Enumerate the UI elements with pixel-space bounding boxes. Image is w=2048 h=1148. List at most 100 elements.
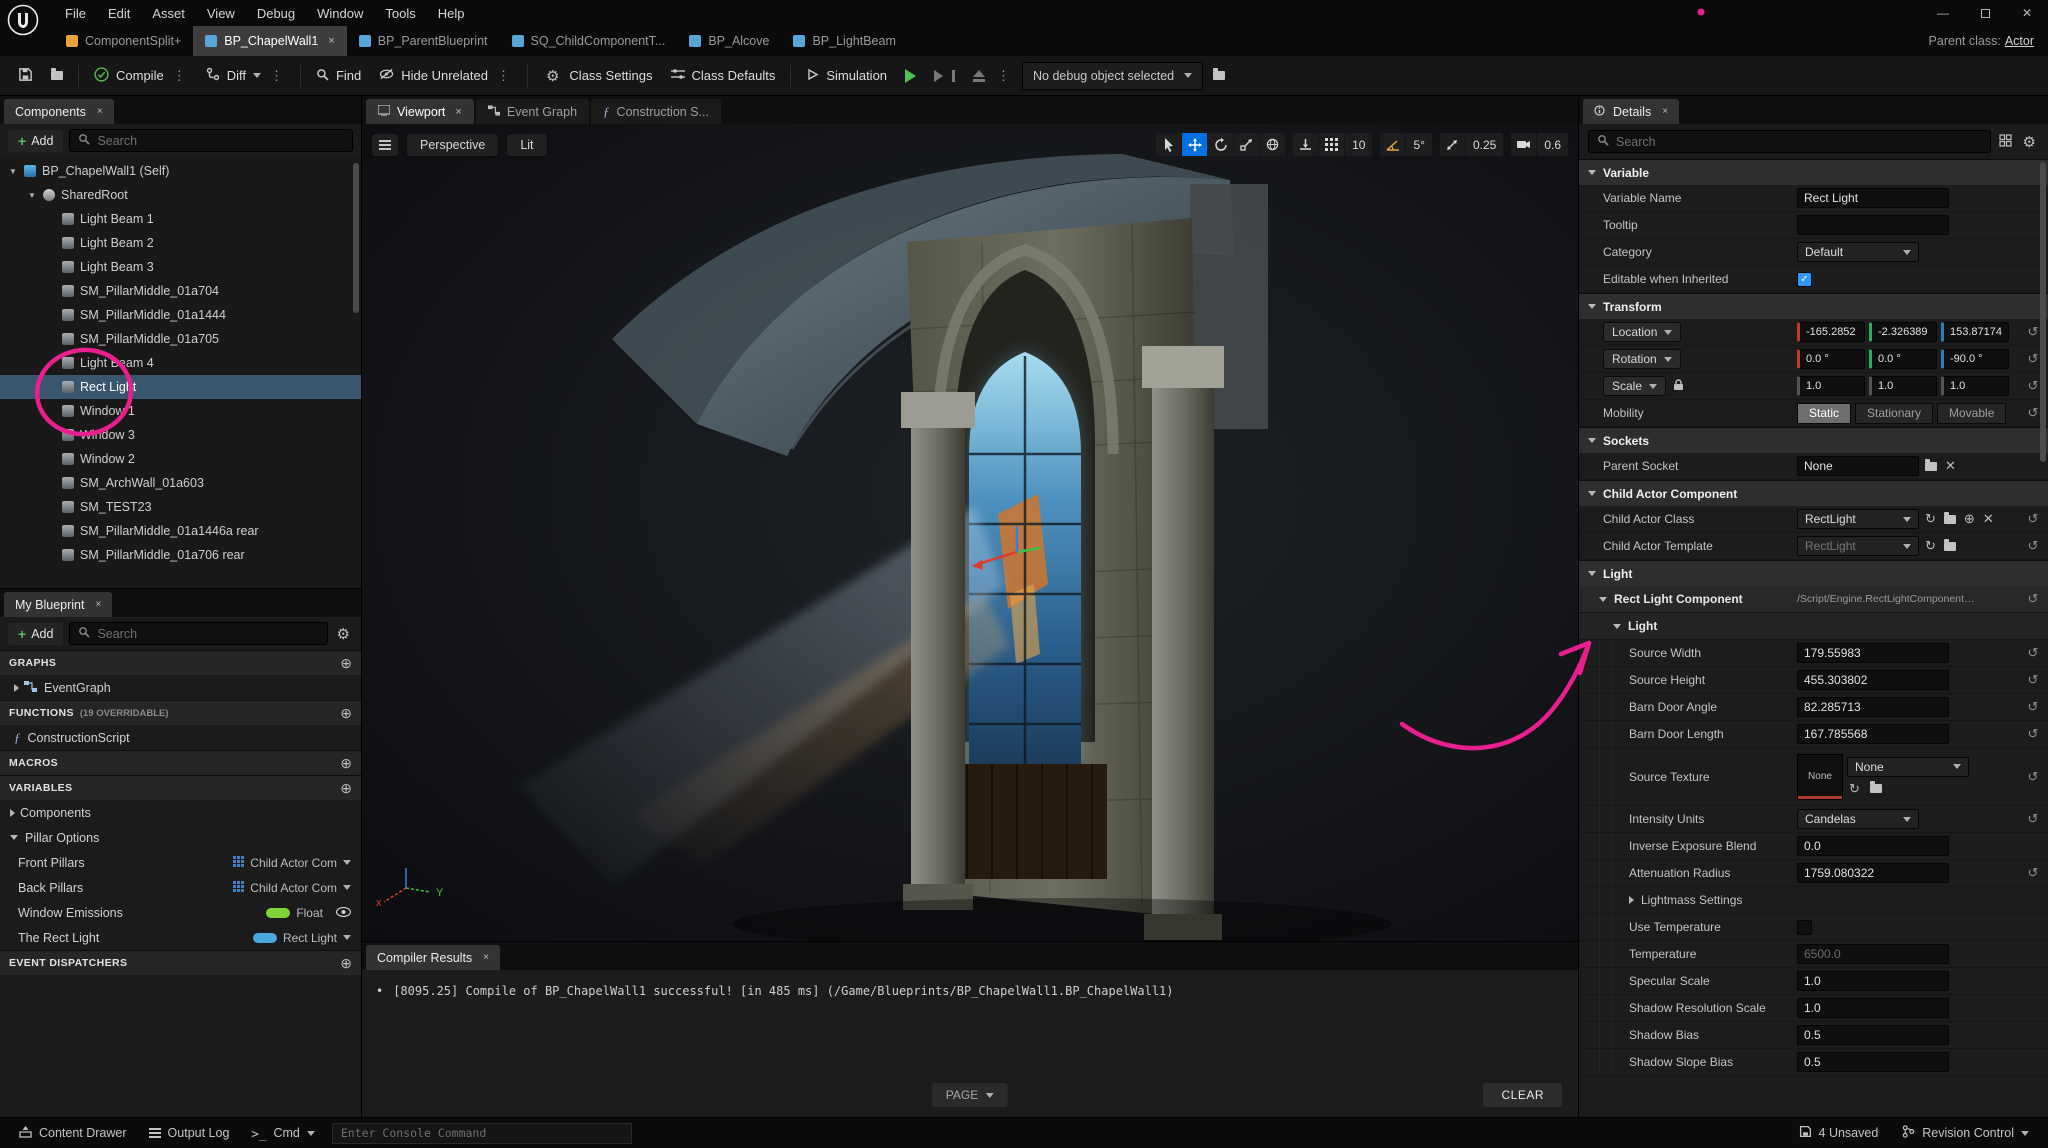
close-icon[interactable]: ×: [97, 106, 103, 117]
compile-button[interactable]: Compile ⋮: [86, 60, 196, 92]
unsaved-button[interactable]: 4 Unsaved: [1790, 1120, 1888, 1146]
revert-icon[interactable]: ↺: [2020, 511, 2046, 527]
number-input[interactable]: 0.5: [1797, 1052, 1949, 1072]
texture-dropdown[interactable]: None: [1847, 757, 1969, 777]
menu-item-asset[interactable]: Asset: [141, 2, 196, 25]
world-space-icon[interactable]: [1260, 133, 1285, 156]
browse-icon[interactable]: [1942, 515, 1958, 524]
number-input[interactable]: 455.303802: [1797, 670, 1949, 690]
section-macros[interactable]: MACROS ⊕: [0, 750, 361, 775]
expand-icon[interactable]: [10, 809, 15, 817]
rotation-x-input[interactable]: 0.0 °: [1797, 349, 1865, 369]
scale-x-input[interactable]: 1.0: [1797, 376, 1865, 396]
compile-options-icon[interactable]: ⋮: [171, 68, 188, 84]
scale-snap-value[interactable]: 0.25: [1466, 133, 1503, 156]
construction-script-row[interactable]: ƒ ConstructionScript: [0, 725, 361, 750]
parent-socket-input[interactable]: None: [1797, 456, 1919, 476]
scale-dropdown[interactable]: Scale: [1603, 376, 1666, 396]
play-button[interactable]: [897, 62, 924, 90]
hide-unrelated-options-icon[interactable]: ⋮: [495, 68, 512, 84]
class-settings-button[interactable]: ⚙ Class Settings: [535, 60, 661, 92]
scale-z-input[interactable]: 1.0: [1941, 376, 2009, 396]
menu-item-help[interactable]: Help: [427, 2, 476, 25]
revert-icon[interactable]: ↺: [2020, 769, 2046, 785]
components-tree-item[interactable]: SM_PillarMiddle_01a706 rear: [0, 543, 361, 567]
close-icon[interactable]: ×: [1662, 106, 1668, 117]
asset-tab[interactable]: SQ_ChildComponentT...: [500, 26, 678, 56]
mobility-stationary[interactable]: Stationary: [1855, 403, 1933, 424]
details-search[interactable]: [1588, 130, 1991, 153]
surface-snap-icon[interactable]: [1293, 133, 1318, 156]
location-dropdown[interactable]: Location: [1603, 322, 1681, 342]
simulation-button[interactable]: Simulation: [798, 61, 895, 91]
menu-item-debug[interactable]: Debug: [246, 2, 306, 25]
scale-tool-icon[interactable]: [1234, 133, 1259, 156]
maximize-icon[interactable]: [1964, 0, 2006, 26]
clear-icon[interactable]: ✕: [1943, 458, 1958, 474]
variable-row[interactable]: Window EmissionsFloat: [0, 900, 361, 925]
number-input[interactable]: 0.5: [1797, 1025, 1949, 1045]
mobility-static[interactable]: Static: [1797, 403, 1851, 424]
collapse-icon[interactable]: [1588, 491, 1596, 496]
add-variable-icon[interactable]: ⊕: [340, 780, 352, 797]
settings-gear-icon[interactable]: ⚙: [334, 625, 353, 643]
asset-tab[interactable]: BP_LightBeam: [781, 26, 907, 56]
mobility-movable[interactable]: Movable: [1937, 403, 2006, 424]
graph-tab-construction-s-[interactable]: ƒConstruction S...: [591, 99, 721, 124]
variable-category-pillar-options[interactable]: Pillar Options: [0, 825, 361, 850]
components-tree-item[interactable]: SM_PillarMiddle_01a704: [0, 279, 361, 303]
variable-name-input[interactable]: Rect Light: [1797, 188, 1949, 208]
tab-my-blueprint[interactable]: My Blueprint ×: [4, 592, 112, 617]
revert-icon[interactable]: ↺: [2020, 645, 2046, 661]
viewport-3d[interactable]: Perspective Lit 10 5°: [362, 124, 1578, 941]
add-blueprint-item-button[interactable]: + Add: [8, 623, 63, 645]
components-tree-item[interactable]: ▼BP_ChapelWall1 (Self): [0, 159, 361, 183]
revert-icon[interactable]: ↺: [2020, 865, 2046, 881]
components-tree-item[interactable]: SM_PillarMiddle_01a1444: [0, 303, 361, 327]
components-tree-item[interactable]: ▼SharedRoot: [0, 183, 361, 207]
section-transform[interactable]: Transform: [1579, 293, 2048, 319]
number-input[interactable]: 167.785568: [1797, 724, 1949, 744]
view-options-icon[interactable]: [1999, 134, 2012, 150]
paste-icon[interactable]: [1942, 542, 1958, 551]
number-input[interactable]: 1.0: [1797, 998, 1949, 1018]
hide-unrelated-button[interactable]: Hide Unrelated ⋮: [371, 61, 520, 91]
expand-icon[interactable]: [14, 684, 19, 692]
scale-snap-icon[interactable]: [1440, 133, 1465, 156]
texture-thumbnail[interactable]: None: [1797, 754, 1843, 800]
components-tree-item[interactable]: Window 3: [0, 423, 361, 447]
section-functions[interactable]: FUNCTIONS (19 OVERRIDABLE) ⊕: [0, 700, 361, 725]
cmd-dropdown[interactable]: >_ Cmd: [242, 1121, 323, 1146]
section-light[interactable]: Light: [1579, 560, 2048, 586]
close-icon[interactable]: ×: [95, 599, 101, 610]
section-child-actor-component[interactable]: Child Actor Component: [1579, 480, 2048, 506]
add-icon[interactable]: ⊕: [1962, 511, 1977, 527]
components-tree-item[interactable]: Window 2: [0, 447, 361, 471]
child-actor-class-dropdown[interactable]: RectLight: [1797, 509, 1919, 529]
components-tree-item[interactable]: SM_PillarMiddle_01a705: [0, 327, 361, 351]
copy-icon[interactable]: ↻: [1923, 538, 1938, 554]
debug-object-dropdown[interactable]: No debug object selected: [1022, 62, 1203, 90]
perspective-button[interactable]: Perspective: [406, 133, 499, 157]
save-asset-button[interactable]: [10, 60, 41, 92]
number-input[interactable]: 1.0: [1797, 971, 1949, 991]
scrollbar[interactable]: [353, 163, 359, 313]
components-tree-item[interactable]: SM_ArchWall_01a603: [0, 471, 361, 495]
collapse-icon[interactable]: [1588, 571, 1596, 576]
graph-tab-event-graph[interactable]: Event Graph: [476, 99, 589, 124]
number-input[interactable]: 179.55983: [1797, 643, 1949, 663]
eye-icon[interactable]: [336, 906, 351, 920]
asset-tab[interactable]: BP_Alcove: [677, 26, 781, 56]
use-selected-icon[interactable]: ↻: [1923, 511, 1938, 527]
clear-button[interactable]: CLEAR: [1483, 1083, 1562, 1107]
graph-tab-viewport[interactable]: Viewport×: [366, 99, 474, 124]
play-options-icon[interactable]: ⋮: [995, 68, 1012, 84]
diff-options-icon[interactable]: ⋮: [268, 68, 285, 84]
frame-skip-button[interactable]: [926, 63, 963, 89]
lock-icon[interactable]: [1673, 379, 1684, 394]
socket-browse-icon[interactable]: [1923, 462, 1939, 471]
components-search[interactable]: [69, 129, 353, 152]
dropdown[interactable]: Candelas: [1797, 809, 1919, 829]
parent-class-link[interactable]: Actor: [2005, 34, 2034, 48]
page-button[interactable]: PAGE: [932, 1083, 1008, 1107]
